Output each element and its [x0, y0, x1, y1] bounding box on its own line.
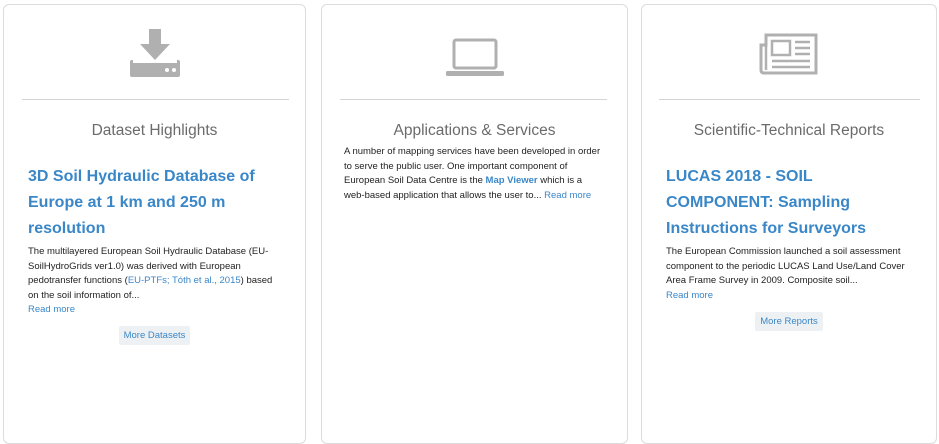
eu-ptfs-link[interactable]: EU-PTFs;	[128, 275, 170, 286]
more-datasets-wrap: More Datasets	[4, 325, 305, 345]
scientific-reports-card: Scientific-Technical Reports LUCAS 2018 …	[641, 4, 937, 444]
toth-2015-link[interactable]: Tóth et al., 2015	[172, 275, 241, 286]
desc-text: The European Commission launched a soil …	[666, 246, 905, 286]
read-more-link[interactable]: Read more	[666, 290, 713, 301]
laptop-icon	[322, 27, 627, 81]
newspaper-icon	[642, 27, 936, 79]
more-reports-button[interactable]: More Reports	[755, 312, 823, 331]
card-title: Dataset Highlights	[91, 122, 218, 139]
report-item-title[interactable]: LUCAS 2018 - SOIL COMPONENT: Sampling In…	[666, 164, 922, 242]
map-viewer-link[interactable]: Map Viewer	[486, 175, 538, 186]
dataset-highlights-card: Dataset Highlights 3D Soil Hydraulic Dat…	[3, 4, 306, 444]
dataset-item-title[interactable]: 3D Soil Hydraulic Database of Europe at …	[28, 164, 285, 242]
card-divider	[22, 99, 289, 100]
card-title: Scientific-Technical Reports	[693, 122, 885, 139]
dataset-description: The multilayered European Soil Hydraulic…	[28, 245, 283, 318]
applications-description: A number of mapping services have been d…	[344, 145, 605, 203]
read-more-link[interactable]: Read more	[28, 304, 75, 315]
more-datasets-button[interactable]: More Datasets	[118, 326, 191, 345]
read-more-link[interactable]: Read more	[544, 190, 591, 201]
card-divider	[659, 99, 920, 100]
card-divider	[340, 99, 607, 100]
card-title: Applications & Services	[393, 122, 556, 139]
report-title-link[interactable]: LUCAS 2018 - SOIL COMPONENT: Sampling In…	[666, 168, 866, 237]
download-icon	[4, 27, 305, 79]
report-description: The European Commission launched a soil …	[666, 245, 914, 303]
dataset-title-link[interactable]: 3D Soil Hydraulic Database of Europe at …	[28, 168, 255, 237]
more-reports-wrap: More Reports	[642, 311, 936, 331]
applications-services-card: Applications & Services A number of mapp…	[321, 4, 628, 444]
